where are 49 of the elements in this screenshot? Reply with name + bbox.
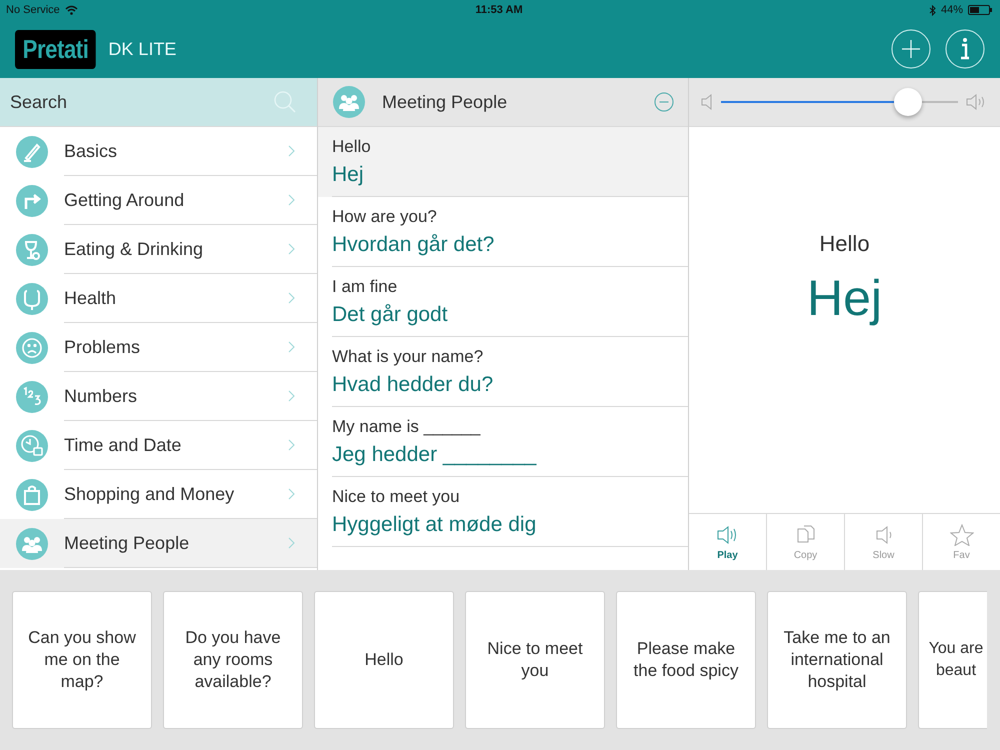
chevron-icon — [288, 145, 295, 157]
phrase-card[interactable]: You are beaut — [918, 591, 987, 729]
carrier-label: No Service — [6, 4, 60, 16]
chevron-icon — [288, 488, 295, 500]
bag-icon — [15, 478, 49, 512]
chevron-icon — [288, 537, 295, 549]
phrase-card[interactable]: Do you have any rooms available? — [163, 591, 303, 729]
battery-percent: 44% — [940, 4, 963, 16]
clock-time: 11:53 AM — [475, 4, 523, 16]
numbers-icon — [15, 380, 49, 414]
slider-thumb[interactable] — [894, 88, 922, 116]
phrase-card[interactable]: Hello — [314, 591, 454, 729]
search-input[interactable]: Search — [10, 92, 273, 112]
people-icon — [332, 85, 366, 119]
volume-slider[interactable] — [721, 87, 958, 117]
cup-icon — [15, 232, 49, 266]
search-field[interactable]: Search — [0, 78, 317, 127]
pencil-icon — [15, 134, 49, 168]
star-icon — [950, 524, 974, 546]
info-button[interactable] — [945, 29, 985, 69]
chevron-icon — [288, 292, 295, 304]
collapse-button[interactable] — [654, 92, 674, 112]
translated-phrase: Hej — [806, 269, 882, 327]
add-button[interactable] — [891, 29, 931, 69]
app-logo: Pretati — [15, 30, 96, 68]
clock-icon — [15, 428, 49, 462]
chevron-icon — [288, 439, 295, 451]
phrase-card[interactable]: Nice to meet you — [465, 591, 605, 729]
phrase-card[interactable]: Take me to an international hospital — [767, 591, 907, 729]
source-phrase: Hello — [819, 231, 870, 257]
chevron-icon — [288, 243, 295, 255]
turn-icon — [15, 184, 49, 218]
frown-icon — [15, 330, 49, 364]
phrase-card[interactable]: Please make the food spicy — [616, 591, 756, 729]
wifi-icon — [64, 5, 78, 15]
category-item[interactable]: Meeting People — [0, 519, 317, 568]
phrase-card[interactable]: Can you show me on the map? — [12, 591, 152, 729]
search-icon — [273, 90, 297, 114]
chevron-icon — [288, 194, 295, 206]
chevron-icon — [288, 390, 295, 402]
list-title: Meeting People — [382, 92, 508, 112]
stethoscope-icon — [15, 282, 49, 316]
speaker-icon — [701, 94, 713, 110]
phrase-item[interactable]: Hello Hej — [318, 127, 688, 197]
battery-icon — [968, 5, 992, 15]
chevron-icon — [288, 341, 295, 353]
bluetooth-icon — [928, 4, 936, 16]
app-title: DK LITE — [108, 38, 176, 60]
people-icon — [15, 526, 49, 560]
